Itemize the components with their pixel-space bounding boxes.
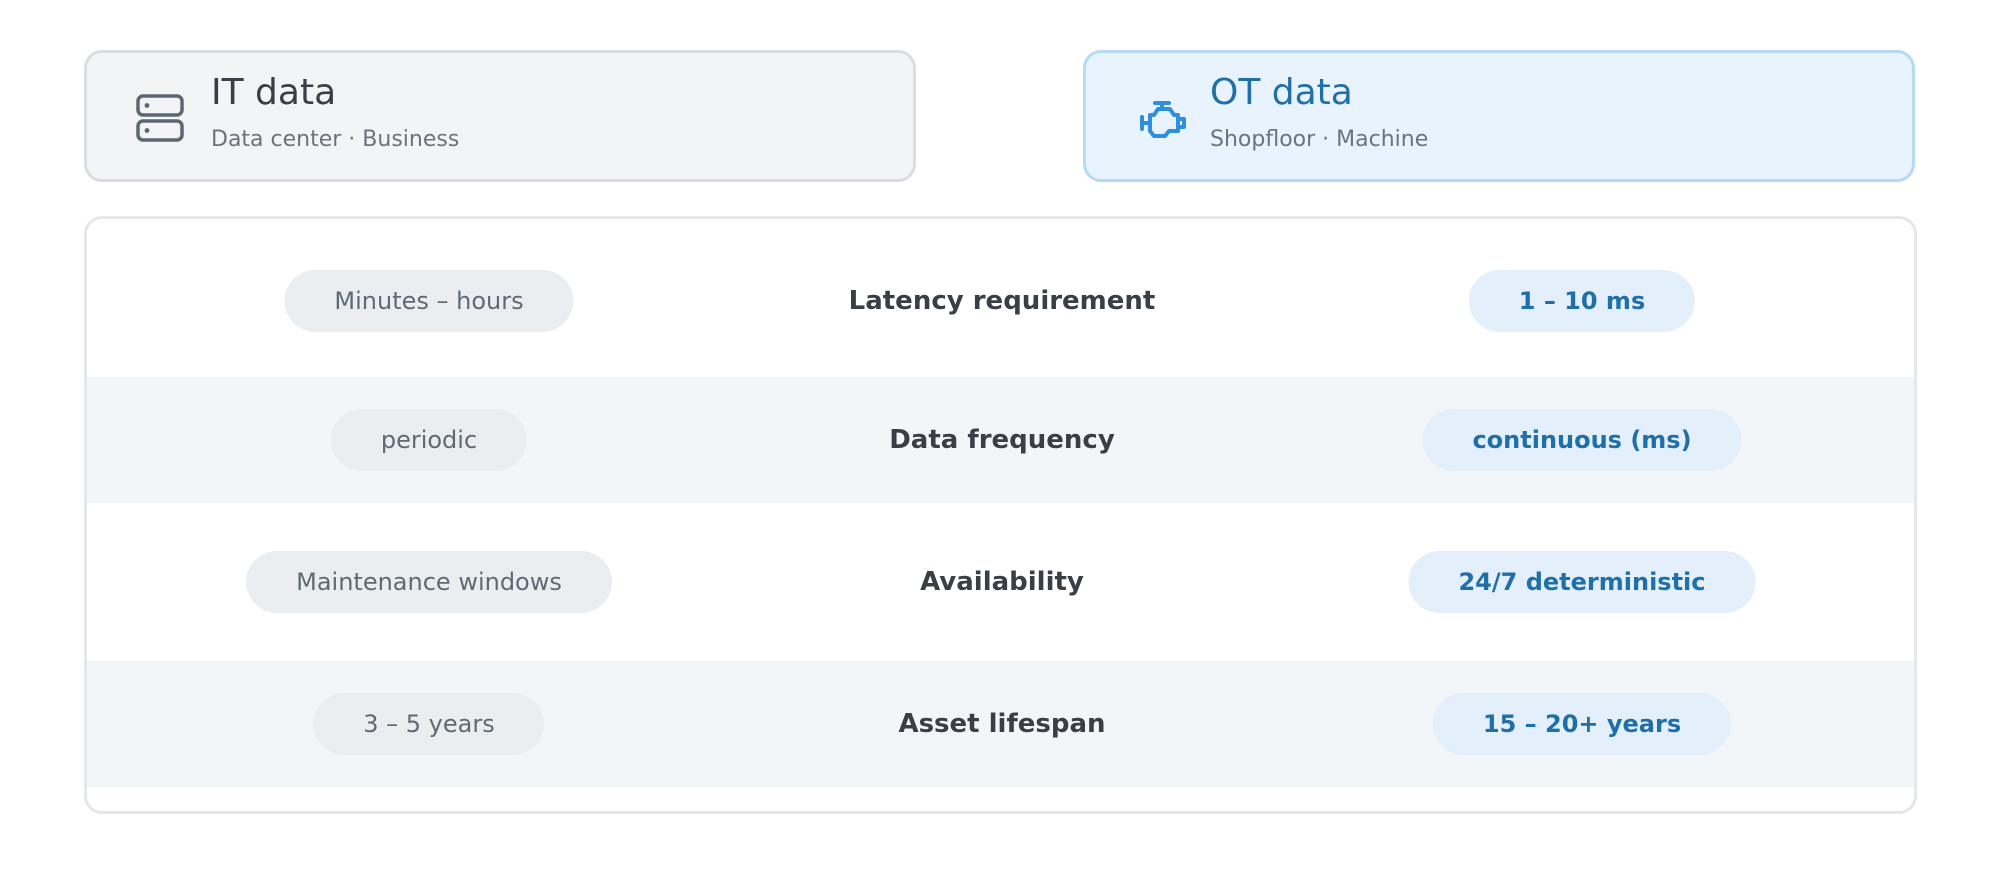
- it-value-pill: periodic: [330, 409, 528, 471]
- ot-value-pill: continuous (ms): [1422, 409, 1742, 471]
- it-value-pill: 3 – 5 years: [313, 693, 545, 755]
- it-data-subtitle: Data center · Business: [211, 127, 460, 152]
- table-row-lifespan: 3 – 5 years Asset lifespan 15 – 20+ year…: [87, 661, 1914, 787]
- it-data-title: IT data: [211, 72, 337, 113]
- ot-value-pill: 15 – 20+ years: [1432, 693, 1732, 755]
- it-value-pill: Maintenance windows: [246, 551, 612, 613]
- row-label: Availability: [920, 567, 1084, 597]
- table-row-frequency: periodic Data frequency continuous (ms): [87, 377, 1914, 503]
- engine-icon: [1140, 101, 1186, 138]
- it-value-pill: Minutes – hours: [284, 270, 574, 332]
- row-label: Latency requirement: [848, 286, 1156, 316]
- ot-data-title: OT data: [1210, 72, 1353, 113]
- server-icon: [136, 94, 184, 142]
- ot-data-card: OT data Shopfloor · Machine: [1083, 50, 1915, 182]
- ot-data-subtitle: Shopfloor · Machine: [1210, 127, 1429, 152]
- ot-value-pill: 1 – 10 ms: [1468, 270, 1696, 332]
- comparison-table: Minutes – hours Latency requirement 1 – …: [84, 216, 1917, 814]
- row-label: Data frequency: [889, 425, 1115, 455]
- table-row-latency: Minutes – hours Latency requirement 1 – …: [87, 238, 1914, 364]
- row-label: Asset lifespan: [898, 709, 1106, 739]
- ot-value-pill: 24/7 deterministic: [1408, 551, 1756, 613]
- table-row-availability: Maintenance windows Availability 24/7 de…: [87, 519, 1914, 645]
- it-data-card: IT data Data center · Business: [84, 50, 916, 182]
